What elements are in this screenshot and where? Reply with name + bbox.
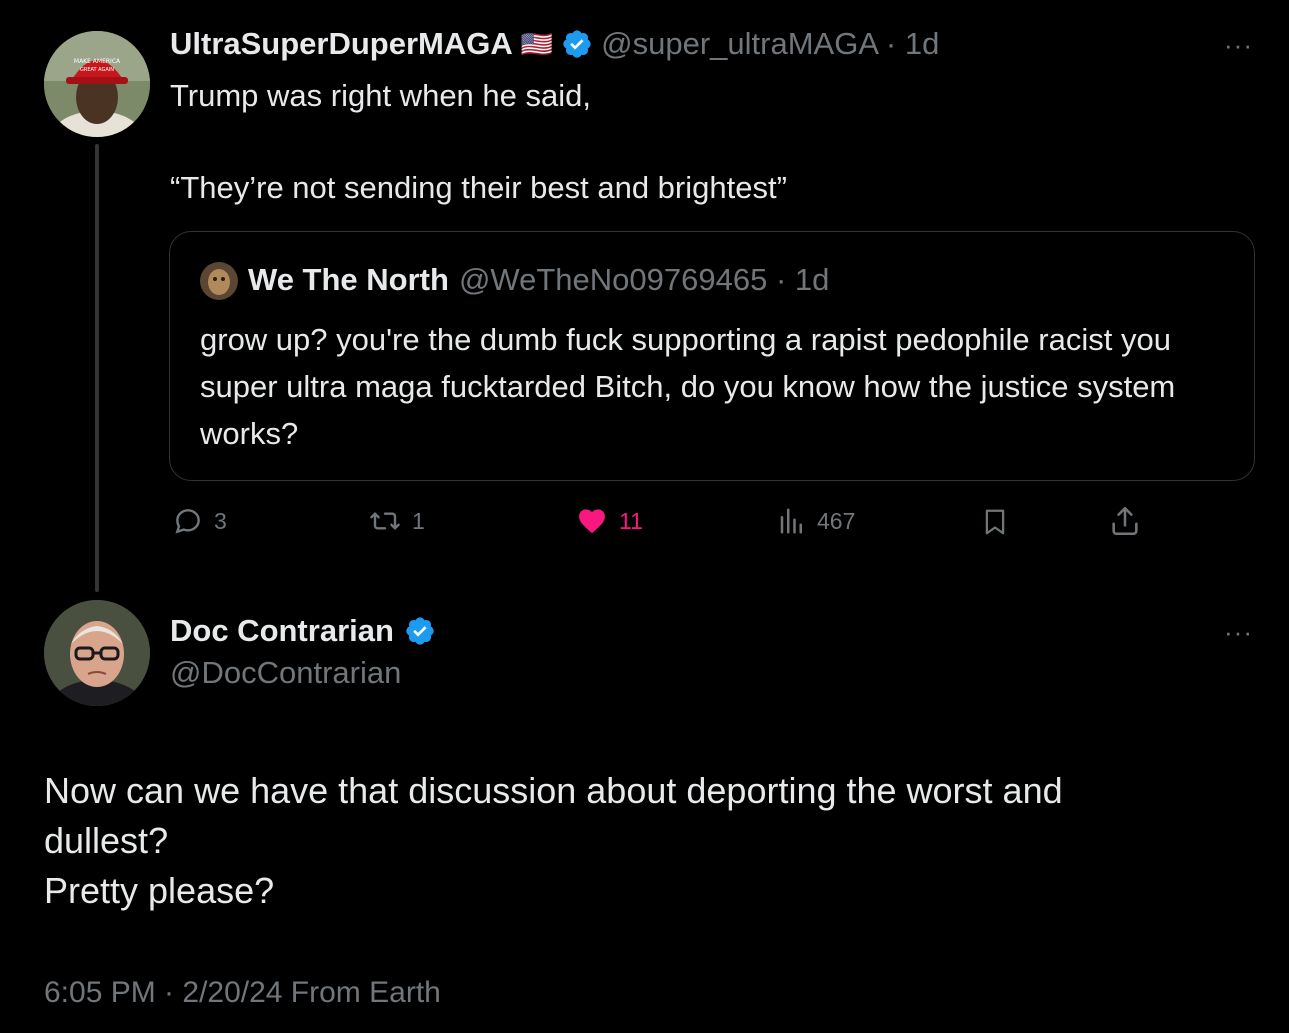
reply-count: 3 — [214, 507, 227, 534]
heart-icon — [579, 509, 605, 534]
verified-badge-icon — [406, 617, 434, 645]
like-button[interactable]: 11 — [575, 505, 643, 537]
quote-display-name[interactable]: We The North — [248, 262, 449, 298]
separator-dot: · — [885, 26, 897, 61]
reply-button[interactable]: 3 — [172, 505, 227, 537]
tweet-text: Trump was right when he said, “They’re n… — [170, 73, 1250, 211]
quote-avatar-image — [200, 262, 238, 300]
svg-text:GREAT AGAIN: GREAT AGAIN — [80, 67, 114, 73]
handle[interactable]: @super_ultraMAGA — [601, 26, 877, 61]
svg-text:MAKE AMERICA: MAKE AMERICA — [74, 58, 121, 65]
bookmark-button[interactable] — [980, 505, 1010, 544]
display-name[interactable]: UltraSuperDuperMAGA — [170, 26, 513, 62]
quote-handle[interactable]: @WeTheNo09769465 — [459, 262, 767, 297]
tweet-text-line: Trump was right when he said, — [170, 78, 591, 113]
main-tweet-text: Now can we have that discussion about de… — [44, 766, 1244, 916]
repost-button[interactable]: 1 — [368, 505, 425, 537]
us-flag-icon: 🇺🇸 — [520, 28, 554, 59]
verified-badge-icon — [563, 30, 591, 58]
views-chart-icon — [780, 508, 802, 534]
more-options-icon[interactable]: ··· — [1224, 617, 1253, 648]
maga-avatar-image: MAKE AMERICA GREAT AGAIN — [44, 31, 150, 137]
like-count: 11 — [619, 507, 643, 534]
timestamp[interactable]: 1d — [905, 26, 939, 61]
tweet-text-line: Now can we have that discussion about de… — [44, 770, 1063, 811]
doc-contrarian-avatar-image — [44, 600, 150, 706]
tweet-text-line: “They’re not sending their best and brig… — [170, 170, 787, 205]
repost-count: 1 — [412, 507, 425, 534]
tweet-text-line: Pretty please? — [44, 870, 275, 911]
repost-icon — [370, 512, 400, 530]
share-icon — [1112, 506, 1138, 536]
display-name[interactable]: Doc Contrarian — [170, 613, 394, 649]
tweet-timestamp-source[interactable]: 6:05 PM · 2/20/24 From Earth — [44, 976, 441, 1010]
quote-header: We The North @WeTheNo09769465 · 1d — [248, 262, 829, 298]
reply-icon — [175, 509, 200, 534]
quote-avatar — [200, 262, 238, 300]
quoted-tweet-card[interactable]: We The North @WeTheNo09769465 · 1d grow … — [169, 231, 1255, 481]
views-count: 467 — [817, 507, 856, 534]
quote-timestamp: 1d — [794, 262, 830, 297]
more-options-icon[interactable]: ··· — [1224, 30, 1253, 61]
thread-connector-line — [95, 144, 99, 592]
avatar[interactable]: MAKE AMERICA GREAT AGAIN — [44, 31, 150, 137]
handle[interactable]: @DocContrarian — [170, 655, 401, 691]
quote-text: grow up? you're the dumb fuck supporting… — [200, 322, 1176, 451]
tweet-text-line: dullest? — [44, 820, 169, 861]
parent-tweet-header: UltraSuperDuperMAGA 🇺🇸 @super_ultraMAGA … — [170, 26, 939, 62]
main-tweet-header: Doc Contrarian — [170, 613, 436, 649]
separator-dot: · — [775, 262, 787, 297]
avatar[interactable] — [44, 600, 150, 706]
share-button[interactable] — [1108, 504, 1142, 543]
views-button[interactable]: 467 — [777, 505, 855, 537]
bookmark-icon — [985, 509, 1005, 535]
